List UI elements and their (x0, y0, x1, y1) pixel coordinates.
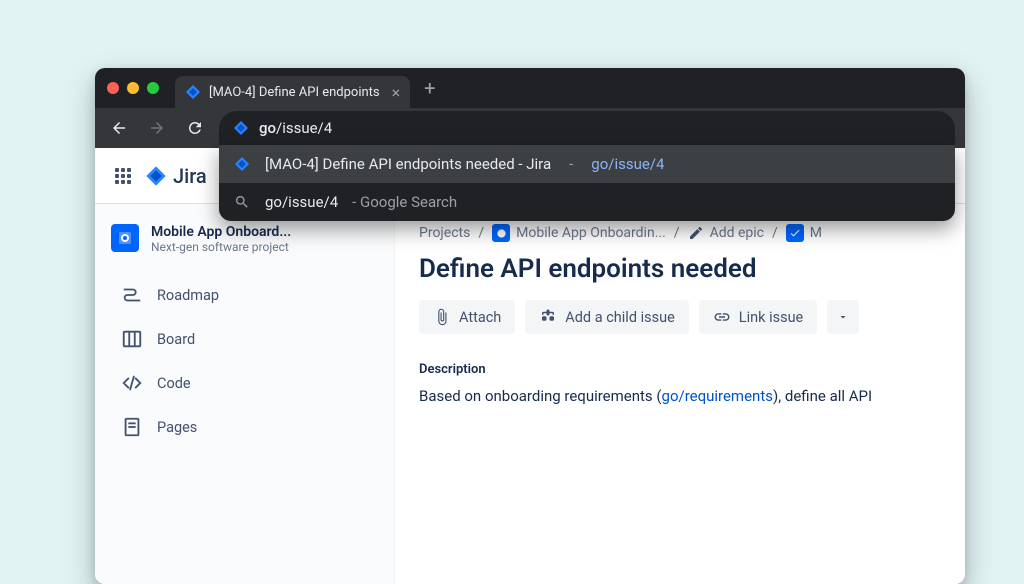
omnibox-suggestion-page[interactable]: [MAO-4] Define API endpoints needed - Ji… (219, 145, 955, 183)
description-text[interactable]: Based on onboarding requirements (go/req… (419, 387, 941, 405)
window-close-button[interactable] (107, 82, 119, 94)
project-header[interactable]: Mobile App Onboard... Next-gen software … (111, 224, 378, 254)
suggestion-url: go/issue/4 (591, 155, 664, 173)
back-button[interactable] (105, 114, 133, 142)
description-label: Description (419, 362, 941, 377)
reload-icon (186, 119, 204, 137)
sidebar-item-label: Board (157, 331, 195, 348)
child-issue-icon (539, 308, 557, 326)
app-switcher-icon[interactable] (111, 164, 135, 188)
child-issue-label: Add a child issue (565, 309, 674, 326)
breadcrumb: Projects / Mobile App Onboardin... / Add… (419, 224, 941, 242)
breadcrumb-project[interactable]: Mobile App Onboardin... (492, 224, 666, 242)
breadcrumb-projects[interactable]: Projects (419, 225, 470, 241)
link-icon (713, 308, 731, 326)
add-child-issue-button[interactable]: Add a child issue (525, 300, 688, 334)
project-avatar-icon (111, 224, 139, 252)
project-subtitle: Next-gen software project (151, 240, 291, 254)
board-icon (121, 328, 143, 350)
url-text: go/issue/4 (259, 119, 332, 137)
jira-icon (145, 165, 167, 187)
jira-icon (233, 155, 251, 173)
sidebar-item-code[interactable]: Code (111, 364, 378, 402)
issue-actions: Attach Add a child issue Link issue (419, 300, 941, 334)
reload-button[interactable] (181, 114, 209, 142)
pencil-icon (688, 225, 704, 241)
link-issue-button[interactable]: Link issue (699, 300, 817, 334)
sidebar: Mobile App Onboard... Next-gen software … (95, 204, 395, 584)
pages-icon (121, 416, 143, 438)
breadcrumb-project-name: Mobile App Onboardin... (516, 225, 666, 241)
suggestion-title: [MAO-4] Define API endpoints needed - Ji… (265, 155, 551, 173)
sidebar-item-label: Roadmap (157, 287, 219, 304)
sidebar-item-label: Code (157, 375, 191, 392)
arrow-right-icon (148, 119, 166, 137)
jira-logo[interactable]: Jira (145, 164, 207, 188)
task-type-icon (786, 224, 804, 242)
tab-strip: [MAO-4] Define API endpoints × + (95, 68, 965, 108)
suggestion-engine: - Google Search (352, 193, 457, 211)
omnibox-suggestion-search[interactable]: go/issue/4 - Google Search (219, 183, 955, 221)
suggestion-separator: - (569, 155, 573, 173)
breadcrumb-issue-label: M (810, 225, 822, 241)
sidebar-item-pages[interactable]: Pages (111, 408, 378, 446)
issue-title[interactable]: Define API endpoints needed (419, 254, 941, 284)
traffic-lights (107, 82, 159, 94)
omnibox-container: go/issue/4 [MAO-4] Define API endpoints … (219, 111, 955, 145)
suggestion-query: go/issue/4 (265, 193, 338, 211)
jira-icon (233, 120, 249, 136)
tab-close-icon[interactable]: × (392, 83, 401, 102)
attach-icon (433, 308, 451, 326)
code-icon (121, 372, 143, 394)
sidebar-nav: Roadmap Board Code Pages (111, 276, 378, 446)
attach-label: Attach (459, 309, 501, 326)
tab-title: [MAO-4] Define API endpoints (209, 85, 380, 100)
description-link[interactable]: go/requirements (662, 387, 773, 405)
project-avatar-icon (492, 224, 510, 242)
more-actions-button[interactable] (827, 300, 859, 334)
sidebar-item-board[interactable]: Board (111, 320, 378, 358)
browser-toolbar: go/issue/4 [MAO-4] Define API endpoints … (95, 108, 965, 148)
product-name: Jira (173, 164, 207, 188)
omnibox-dropdown: [MAO-4] Define API endpoints needed - Ji… (219, 145, 955, 221)
sidebar-item-roadmap[interactable]: Roadmap (111, 276, 378, 314)
browser-tab[interactable]: [MAO-4] Define API endpoints × (175, 76, 410, 108)
attach-button[interactable]: Attach (419, 300, 515, 334)
breadcrumb-epic[interactable]: Add epic (688, 225, 764, 241)
breadcrumb-epic-label: Add epic (710, 225, 764, 241)
link-issue-label: Link issue (739, 309, 803, 326)
window-zoom-button[interactable] (147, 82, 159, 94)
arrow-left-icon (110, 119, 128, 137)
project-name: Mobile App Onboard... (151, 224, 291, 240)
sidebar-item-label: Pages (157, 419, 197, 436)
roadmap-icon (121, 284, 143, 306)
issue-panel: Projects / Mobile App Onboardin... / Add… (395, 204, 965, 584)
content-area: Mobile App Onboard... Next-gen software … (95, 204, 965, 584)
window-minimize-button[interactable] (127, 82, 139, 94)
breadcrumb-issue[interactable]: M (786, 224, 822, 242)
new-tab-button[interactable]: + (418, 76, 441, 100)
browser-window: [MAO-4] Define API endpoints × + go/issu… (95, 68, 965, 584)
jira-icon (185, 84, 201, 100)
address-bar[interactable]: go/issue/4 (219, 111, 955, 145)
search-icon (233, 193, 251, 211)
chevron-down-icon (837, 311, 849, 323)
forward-button (143, 114, 171, 142)
